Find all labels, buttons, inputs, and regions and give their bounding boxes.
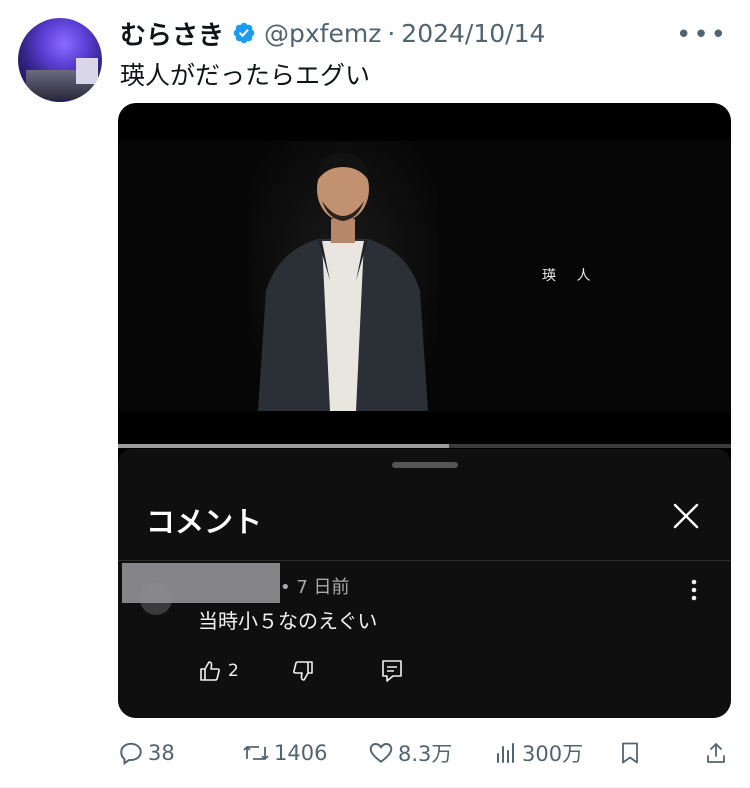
tweet-action-bar: 38 1406 8.3万 300万: [118, 736, 730, 770]
comment-like-count: 2: [228, 661, 239, 681]
more-options-icon[interactable]: •••: [676, 20, 728, 50]
tweet-date[interactable]: 2024/10/14: [401, 19, 545, 48]
comments-sheet: コメント • 7 日前 当時小５なのえぐい 2: [118, 449, 731, 718]
views-button[interactable]: 300万: [494, 736, 583, 770]
comment-meta: • 7 日前: [280, 577, 350, 598]
repost-button[interactable]: 1406: [242, 736, 327, 770]
comment-text: 当時小５なのえぐい: [198, 609, 378, 633]
like-button[interactable]: 8.3万: [368, 736, 452, 770]
reply-icon: [120, 742, 142, 766]
comment-like-button[interactable]: 2: [198, 659, 239, 683]
author-display-name[interactable]: むらさき: [120, 15, 224, 52]
share-button[interactable]: [704, 736, 732, 770]
comment-dislike-button[interactable]: [291, 659, 315, 683]
header-separator: ·: [387, 18, 396, 48]
thumbs-down-icon: [292, 661, 313, 681]
person-figure: [248, 141, 438, 411]
repost-count: 1406: [274, 741, 328, 765]
author-handle[interactable]: @pxfemz: [264, 19, 381, 48]
tweet-text: 瑛人がだったらエグい: [120, 61, 371, 90]
author-avatar[interactable]: [18, 18, 102, 102]
verified-badge-icon: [233, 22, 255, 44]
video-progress-fill: [118, 444, 450, 448]
sheet-divider: [118, 560, 731, 561]
video-progress-bar[interactable]: [118, 444, 731, 448]
comment-more-icon[interactable]: [691, 579, 697, 601]
reply-count: 38: [148, 741, 175, 765]
reply-comment-icon: [382, 660, 402, 682]
redacted-username-block: [122, 563, 280, 603]
views-count: 300万: [522, 742, 584, 766]
comment-reply-button[interactable]: [381, 659, 403, 683]
bookmark-button[interactable]: [618, 736, 646, 770]
heart-icon: [369, 743, 393, 763]
tweet-media-image[interactable]: 瑛 人 コメント • 7 日前 当時小５なのえぐい 2: [118, 103, 731, 718]
share-icon: [707, 743, 725, 763]
close-icon[interactable]: [671, 501, 701, 531]
sheet-drag-handle[interactable]: [392, 462, 458, 468]
tweet-header: むらさき @pxfemz · 2024/10/14: [120, 15, 545, 52]
reply-button[interactable]: 38: [118, 736, 175, 770]
analytics-icon: [497, 743, 514, 763]
avatar-building-light: [76, 58, 98, 84]
video-caption: 瑛 人: [542, 268, 599, 284]
repost-icon: [243, 746, 269, 760]
comments-title: コメント: [146, 505, 263, 539]
comment-actions: 2: [198, 659, 403, 683]
bookmark-icon: [622, 742, 638, 764]
thumbs-up-icon: [200, 661, 220, 681]
like-count: 8.3万: [398, 742, 453, 766]
video-frame: 瑛 人: [118, 141, 731, 411]
